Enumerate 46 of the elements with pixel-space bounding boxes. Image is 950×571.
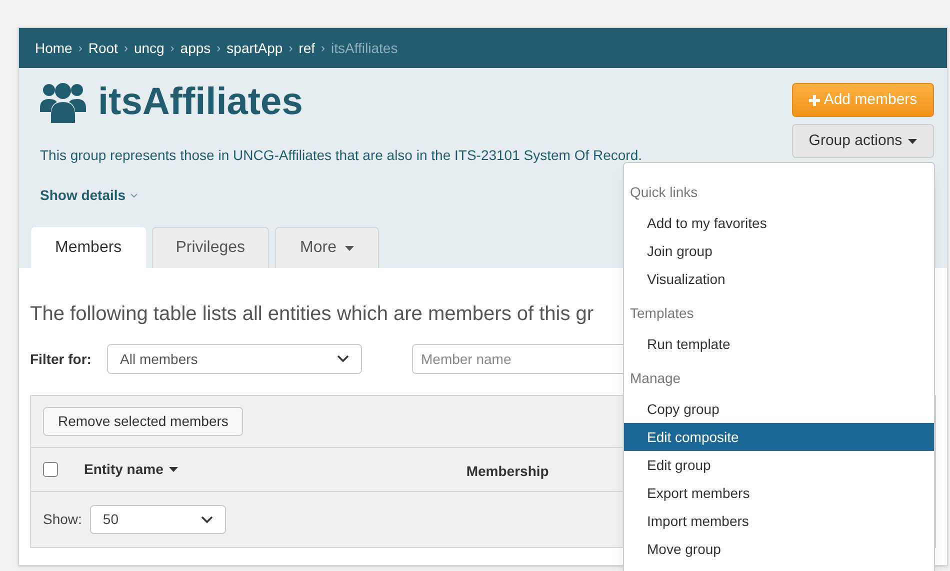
menu-section-header: Quick links bbox=[629, 183, 699, 202]
menu-item[interactable]: Move group bbox=[624, 535, 934, 563]
group-title: itsAffiliates bbox=[98, 83, 303, 121]
menu-item[interactable]: Edit group bbox=[624, 451, 934, 479]
breadcrumb-separator: › bbox=[288, 40, 293, 57]
breadcrumb-link[interactable]: spartApp bbox=[226, 38, 283, 58]
menu-item[interactable]: Join group bbox=[624, 237, 934, 265]
breadcrumb-separator: › bbox=[321, 40, 326, 57]
chevron-down-icon bbox=[337, 355, 349, 363]
tab[interactable]: Members bbox=[31, 227, 146, 268]
breadcrumb-link[interactable]: Root bbox=[88, 38, 118, 58]
table-intro: The following table lists all entities which are members of this gr bbox=[30, 302, 594, 327]
plus-icon bbox=[808, 94, 820, 106]
filter-select[interactable]: All members bbox=[107, 344, 362, 374]
select-all-checkbox[interactable] bbox=[43, 462, 58, 477]
menu-section-header: Templates bbox=[629, 304, 695, 323]
breadcrumb-separator: › bbox=[170, 40, 174, 57]
filter-label: Filter for: bbox=[30, 350, 92, 368]
group-actions-button[interactable]: Group actions bbox=[792, 124, 934, 158]
menu-item[interactable]: Visualization bbox=[624, 265, 934, 293]
column-header: Membership bbox=[466, 462, 549, 481]
tab[interactable]: More bbox=[275, 227, 378, 268]
menu-item[interactable]: Import members bbox=[624, 507, 934, 535]
chevron-down-icon bbox=[200, 516, 213, 524]
group-description: This group represents those in UNCG-Affiliates that are also in the ITS-23101 System Of Record. bbox=[40, 146, 644, 165]
breadcrumb-link[interactable]: ref bbox=[298, 38, 316, 58]
chevron-down-icon bbox=[130, 193, 138, 198]
show-details-link[interactable]: Show details bbox=[40, 185, 138, 206]
breadcrumb-link[interactable]: Home bbox=[35, 38, 72, 58]
menu-item[interactable]: Export members bbox=[624, 479, 934, 507]
users-icon bbox=[40, 81, 86, 123]
remove-selected-button[interactable]: Remove selected members bbox=[43, 407, 244, 436]
menu-item[interactable]: Add to my favorites bbox=[624, 209, 934, 237]
page-size-select[interactable]: 50 bbox=[90, 505, 226, 534]
caret-icon bbox=[908, 138, 918, 144]
caret-icon bbox=[169, 467, 178, 472]
breadcrumb-link[interactable]: apps bbox=[180, 38, 211, 58]
menu-item[interactable]: Copy group bbox=[624, 395, 934, 423]
menu-item[interactable]: Edit composite bbox=[624, 423, 934, 451]
breadcrumb-separator: › bbox=[78, 40, 82, 57]
breadcrumb-separator: › bbox=[124, 40, 128, 57]
show-label: Show: bbox=[43, 510, 82, 529]
tab[interactable]: Privileges bbox=[152, 227, 270, 268]
breadcrumb-link[interactable]: uncg bbox=[134, 38, 164, 58]
column-header[interactable]: Entity name bbox=[84, 459, 178, 480]
breadcrumb-separator: › bbox=[216, 40, 221, 57]
